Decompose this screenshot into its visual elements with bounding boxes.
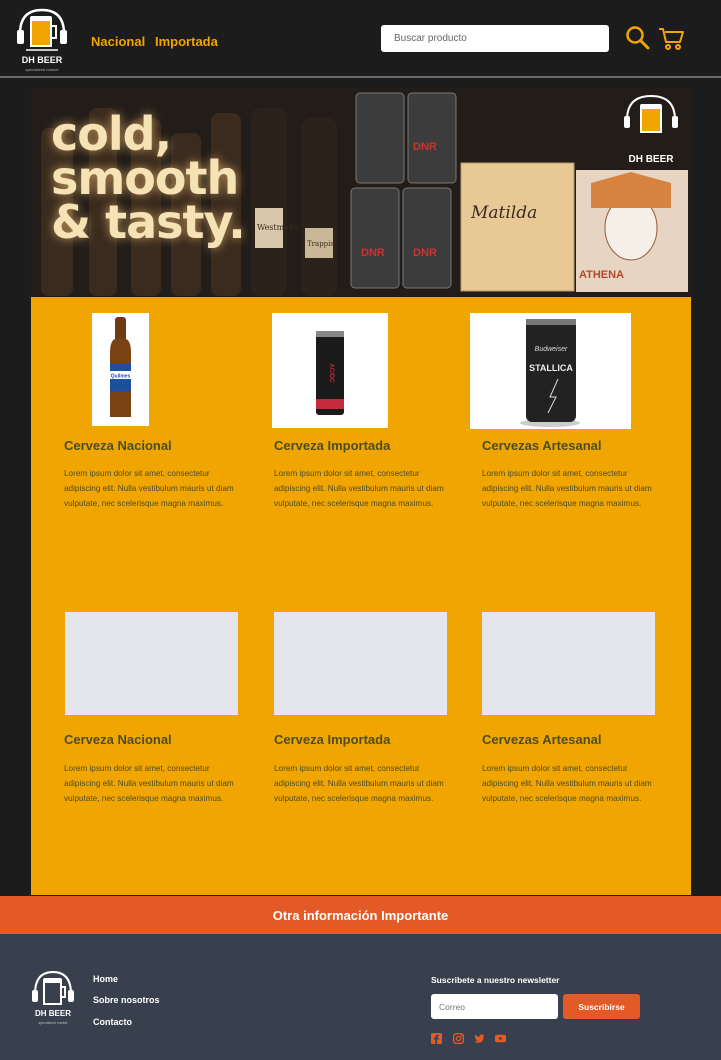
product-description: Lorem ipsum dolor sit amet, consectetur … <box>274 469 444 508</box>
product-image-artesanal[interactable]: Budweiser STALLICA <box>470 313 631 429</box>
beer-mug-logo-icon <box>17 8 67 51</box>
dh-beer-logo[interactable]: DH BEER specialized market <box>14 4 70 74</box>
footer-link-contact[interactable]: Contacto <box>93 1017 132 1027</box>
site-header: DH BEER specialized market Nacional Impo… <box>0 0 721 78</box>
product-title[interactable]: Cerveza Importada <box>274 438 390 453</box>
hero-banner: Westmalle Trappist DNR DNR DNR Matilda A… <box>31 88 691 296</box>
twitter-icon[interactable] <box>474 1033 485 1044</box>
hero-title: cold, smooth & tasty. <box>51 107 246 249</box>
svg-text:DNR: DNR <box>413 247 437 259</box>
dnr-label: DNR <box>413 141 437 153</box>
hero-title-line: cold, <box>51 107 172 161</box>
site-footer: DH BEER specialized market Home Sobre no… <box>0 934 721 1060</box>
product-title[interactable]: Cerveza Importada <box>274 732 390 747</box>
image-placeholder[interactable] <box>482 612 655 715</box>
youtube-icon[interactable] <box>495 1033 506 1044</box>
newsletter-title: Suscribete a nuestro newsletter <box>431 975 560 985</box>
info-bar-text: Otra información Importante <box>272 908 449 923</box>
product-title[interactable]: Cervezas Artesanal <box>482 732 601 747</box>
beer-mug-logo-icon: DH BEER specialized market <box>32 970 74 1025</box>
product-image-nacional[interactable]: Quilmes <box>92 313 149 426</box>
product-image-importada[interactable]: AC/DC <box>272 313 388 428</box>
image-placeholder[interactable] <box>274 612 447 715</box>
beer-can-image: AC/DC <box>316 331 344 415</box>
footer-logo-tagline: specialized market <box>39 1021 68 1025</box>
product-title[interactable]: Cerveza Nacional <box>64 438 172 453</box>
product-description: Lorem ipsum dolor sit amet, consectetur … <box>482 764 652 803</box>
matilda-label: Matilda <box>470 203 537 223</box>
products-section: Quilmes AC/DC Budweiser STALLICA Cerveza… <box>31 297 691 895</box>
beer-can-image: Budweiser STALLICA <box>520 319 580 427</box>
westmalle-label: Westmalle <box>257 223 299 232</box>
footer-link-home[interactable]: Home <box>93 974 118 984</box>
search-input[interactable] <box>381 25 609 52</box>
product-description: Lorem ipsum dolor sit amet, consectetur … <box>64 764 234 803</box>
facebook-icon[interactable] <box>431 1033 442 1044</box>
product-title[interactable]: Cerveza Nacional <box>64 732 172 747</box>
svg-text:DNR: DNR <box>361 247 385 259</box>
nav-importada[interactable]: Importada <box>155 34 218 49</box>
instagram-icon[interactable] <box>453 1033 464 1044</box>
product-description: Lorem ipsum dolor sit amet, consectetur … <box>64 469 234 508</box>
acdc-label: AC/DC <box>328 364 334 384</box>
beer-bottle-image: Quilmes <box>110 317 131 417</box>
svg-text:Budweiser: Budweiser <box>535 346 568 353</box>
quilmes-label: Quilmes <box>111 374 131 380</box>
athena-label: ATHENA <box>579 269 624 281</box>
subscribe-button[interactable]: Suscribirse <box>563 994 640 1019</box>
hero-title-line: & tasty. <box>51 195 246 249</box>
logo-tagline: specialized market <box>25 67 59 72</box>
product-title[interactable]: Cervezas Artesanal <box>482 438 601 453</box>
footer-logo-text: DH BEER <box>35 1009 71 1018</box>
cart-icon[interactable] <box>657 24 685 52</box>
newsletter-email-input[interactable] <box>431 994 558 1019</box>
product-description: Lorem ipsum dolor sit amet, consectetur … <box>274 764 444 803</box>
hero-logo-text: DH BEER <box>628 154 674 165</box>
nav-nacional[interactable]: Nacional <box>91 34 145 49</box>
info-bar: Otra información Importante <box>0 896 721 934</box>
hero-title-line: smooth <box>51 151 239 205</box>
footer-logo[interactable]: DH BEER specialized market <box>30 968 76 1028</box>
trappist-label: Trappist <box>307 240 337 248</box>
product-description: Lorem ipsum dolor sit amet, consectetur … <box>482 469 652 508</box>
stallica-label: STALLICA <box>529 363 573 373</box>
image-placeholder[interactable] <box>65 612 238 715</box>
footer-link-about[interactable]: Sobre nosotros <box>93 995 160 1005</box>
search-icon[interactable] <box>624 24 652 52</box>
logo-text: DH BEER <box>21 55 63 65</box>
